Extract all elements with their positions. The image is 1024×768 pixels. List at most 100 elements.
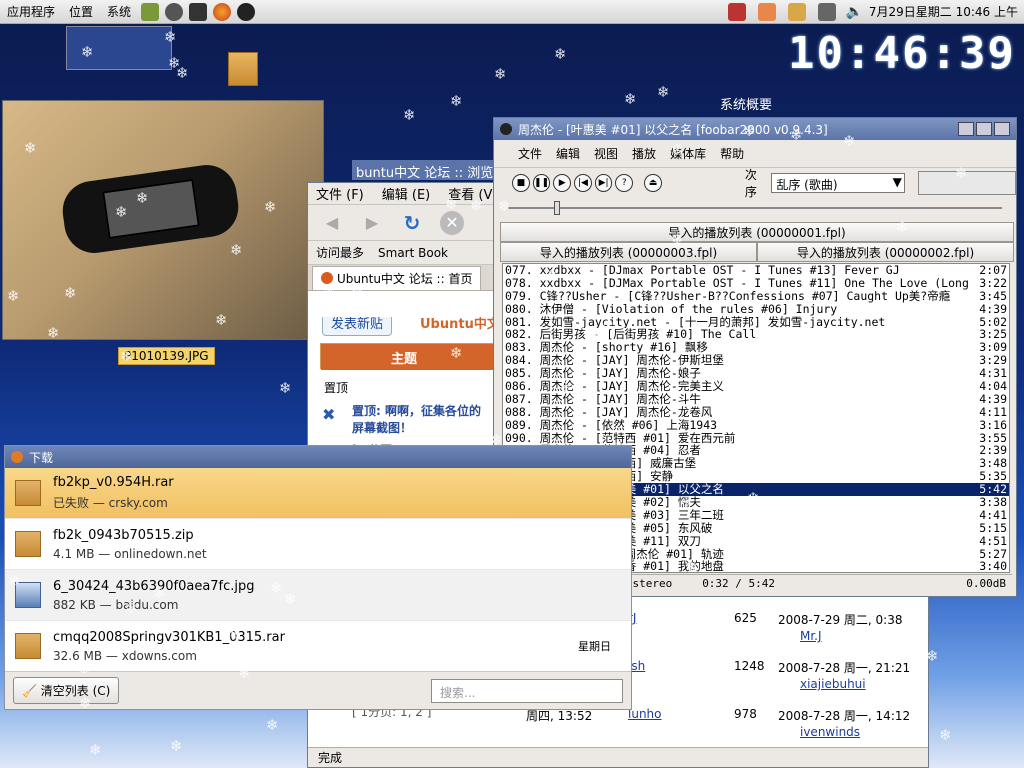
fb-menu-library[interactable]: 媒体库 (670, 145, 706, 162)
download-item[interactable]: fb2kp_v0.954H.rar 已失败 — crsky.com (5, 468, 631, 519)
launcher-icon[interactable] (141, 2, 160, 21)
playlist-row[interactable]: 088. 周杰伦 - [JAY] 周杰伦-龙卷风 4:11 (503, 405, 1009, 419)
last-post-user[interactable]: xiajiebuhui (800, 677, 866, 691)
playlist-row[interactable]: 082. 后街男孩 - [后街男孩 #10] The Call 3:25 (503, 328, 1009, 341)
playlist-row[interactable]: 085. 周杰伦 - [JAY] 周杰伦-娘子 4:31 (503, 367, 1009, 380)
photo-filename[interactable]: P1010139.JPG (118, 347, 215, 365)
pinned-label: 置顶 (324, 381, 349, 395)
track-title: 089. 周杰伦 - [依然 #06] 上海1943 (505, 418, 718, 432)
fb-menu-edit[interactable]: 编辑 (556, 145, 580, 162)
stop-button-icon[interactable]: ■ (512, 174, 530, 192)
playlist-row[interactable]: 077. xxdbxx - [DJmax Portable OST - I Tu… (503, 264, 1009, 277)
tab-ubuntu-forum[interactable]: Ubuntu中文 论坛 :: 首页 (312, 265, 482, 290)
firefox-status: 完成 (308, 747, 928, 767)
download-item[interactable]: 6_30424_43b6390f0aea7fc.jpg 882 KB — baid… (5, 570, 631, 621)
track-title: 081. 发如雪-jaycity.net - [十一月的萧邦] 发如雪-jayc… (505, 315, 886, 329)
applications-menu[interactable]: 应用程序 (0, 0, 62, 24)
bookmark-smart[interactable]: Smart Book (378, 246, 448, 260)
track-title: 088. 周杰伦 - [JAY] 周杰伦-龙卷风 (505, 405, 713, 419)
track-title: 084. 周杰伦 - [JAY] 周杰伦-伊斯坦堡 (505, 354, 724, 368)
download-item[interactable]: fb2k_0943b70515.zip 4.1 MB — onlinedown.n… (5, 519, 631, 570)
seek-bar[interactable] (494, 198, 1016, 218)
track-title: 085. 周杰伦 - [JAY] 周杰伦-娘子 (505, 367, 701, 381)
playlist-row[interactable]: 083. 周杰伦 - [shorty #16] 飘移 3:09 (503, 341, 1009, 354)
system-menu[interactable]: 系统 (100, 0, 138, 24)
forum-window-title[interactable]: buntu中文 论坛 :: 浏览论 (352, 160, 502, 180)
stop-icon[interactable]: ✕ (440, 210, 464, 235)
snowflake-icon: ❄ (266, 716, 279, 734)
reload-icon[interactable]: ↻ (400, 211, 424, 235)
foobar-titlebar[interactable]: 周杰伦 - [叶惠美 #01] 以父之名 [foobar2000 v0.9.4.… (494, 118, 1016, 140)
chevron-down-icon: ▼ (892, 175, 902, 189)
order-select[interactable]: 乱序 (歌曲) ▼ (771, 173, 905, 193)
pinned-topic-title[interactable]: 置顶: 啊啊，征集各位的屏幕截图！ (352, 403, 482, 437)
snowflake-icon: ❄ (403, 106, 416, 124)
download-name: fb2k_0943b70515.zip (53, 527, 194, 543)
prev-button-icon[interactable]: |◀ (574, 174, 592, 192)
back-icon[interactable]: ◀ (320, 211, 344, 235)
downloads-search-input[interactable]: 搜索... (431, 678, 623, 703)
maximize-icon[interactable] (976, 122, 992, 136)
volume-icon[interactable]: 🔈 (845, 4, 862, 20)
foobar-menubar: 文件 编辑 视图 播放 媒体库 帮助 (494, 140, 1016, 168)
pause-button-icon[interactable]: ❚❚ (532, 174, 551, 192)
snowflake-icon: ❄ (554, 45, 567, 63)
desktop-box-icon[interactable] (228, 52, 258, 86)
minimize-icon[interactable] (958, 122, 974, 136)
playback-toolbar: ■ ❚❚ ▶ |◀ ▶| ? ⏏ 次序 乱序 (歌曲) ▼ (494, 168, 1016, 199)
playlist-tab-3[interactable]: 导入的播放列表 (00000003.fpl) (500, 242, 757, 262)
playlist-row[interactable]: 086. 周杰伦 - [JAY] 周杰伦-完美主义 4:04 (503, 380, 1009, 393)
track-duration: 2:07 (979, 263, 1007, 277)
track-duration: 3:16 (979, 417, 1007, 432)
playlist-row[interactable]: 078. xxdbxx - [DJMax Portable OST - I Tu… (503, 276, 1009, 290)
playlist-row[interactable]: 080. 沐伊僧 - [Violation of the rules #06] … (503, 302, 1009, 316)
tray-app-icon[interactable] (728, 2, 747, 21)
alien-icon[interactable] (165, 2, 184, 21)
playlist-row[interactable]: 079. C锋??Usher - [C锋??Usher-B??Confessio… (503, 288, 1009, 303)
snowflake-icon: ❄ (657, 83, 670, 101)
downloads-titlebar[interactable]: 下载 (5, 446, 631, 468)
playlist-tab-2[interactable]: 导入的播放列表 (00000002.fpl) (757, 242, 1014, 262)
firefox-icon[interactable] (213, 2, 232, 21)
menu-edit[interactable]: 编辑 (E) (382, 184, 431, 203)
download-item[interactable]: cmqq2008Springv301KB1_0315.rar 32.6 MB — … (5, 621, 631, 672)
fb-menu-playback[interactable]: 播放 (632, 145, 656, 162)
menu-file[interactable]: 文件 (F) (316, 184, 364, 203)
photo-preview[interactable] (2, 100, 324, 340)
seek-knob[interactable] (554, 201, 561, 215)
open-button-icon[interactable]: ⏏ (644, 174, 662, 192)
menu-view[interactable]: 查看 (V) (448, 184, 497, 203)
fb-menu-view[interactable]: 视图 (594, 145, 618, 162)
track-duration: 3:45 (979, 288, 1007, 303)
clear-list-button[interactable]: 🧹 清空列表 (C) (13, 677, 120, 704)
fb-menu-help[interactable]: 帮助 (720, 145, 744, 162)
panel-clock[interactable]: 7月29日星期二 10:46 上午 (869, 3, 1018, 20)
post-new-button[interactable]: 发表新贴 (322, 317, 393, 336)
random-button-icon[interactable]: ? (615, 174, 634, 192)
terminal-icon[interactable] (189, 2, 208, 21)
bookmark-most-visited[interactable]: 访问最多 (316, 244, 364, 261)
track-title: 090. 周杰伦 - [范特西 #01] 爱在西元前 (505, 431, 736, 445)
next-button-icon[interactable]: ▶| (594, 174, 613, 192)
workspace-thumbnail[interactable] (66, 26, 172, 70)
places-menu[interactable]: 位置 (62, 0, 100, 24)
topic-author[interactable]: lunho (628, 707, 662, 721)
last-post-user[interactable]: ivenwinds (800, 725, 860, 739)
player-icon[interactable] (237, 2, 256, 21)
playlist-row[interactable]: 081. 发如雪-jaycity.net - [十一月的萧邦] 发如雪-jayc… (503, 315, 1009, 329)
tray-network-icon[interactable] (788, 2, 807, 21)
playlist-row[interactable]: 084. 周杰伦 - [JAY] 周杰伦-伊斯坦堡 3:29 (503, 354, 1009, 367)
tray-home-icon[interactable] (758, 2, 777, 21)
fb-menu-file[interactable]: 文件 (518, 145, 542, 162)
track-title: 077. xxdbxx - [DJmax Portable OST - I Tu… (505, 264, 900, 277)
playlist-tab-1[interactable]: 导入的播放列表 (00000001.fpl) (500, 222, 1014, 242)
top-panel: 应用程序 位置 系统 🔈 7月29日星期二 10:46 上午 (0, 0, 1024, 24)
playlist-row[interactable]: 089. 周杰伦 - [依然 #06] 上海1943 3:16 (503, 417, 1009, 432)
play-button-icon[interactable]: ▶ (553, 174, 572, 192)
forward-icon[interactable]: ▶ (360, 211, 384, 235)
close-icon[interactable] (994, 122, 1010, 136)
playlist-row[interactable]: 087. 周杰伦 - [JAY] 周杰伦-斗牛 4:39 (503, 393, 1009, 406)
playlist-row[interactable]: 090. 周杰伦 - [范特西 #01] 爱在西元前 3:55 (503, 431, 1009, 445)
last-post-user[interactable]: Mr.J (800, 629, 822, 643)
tray-display-icon[interactable] (818, 2, 837, 21)
